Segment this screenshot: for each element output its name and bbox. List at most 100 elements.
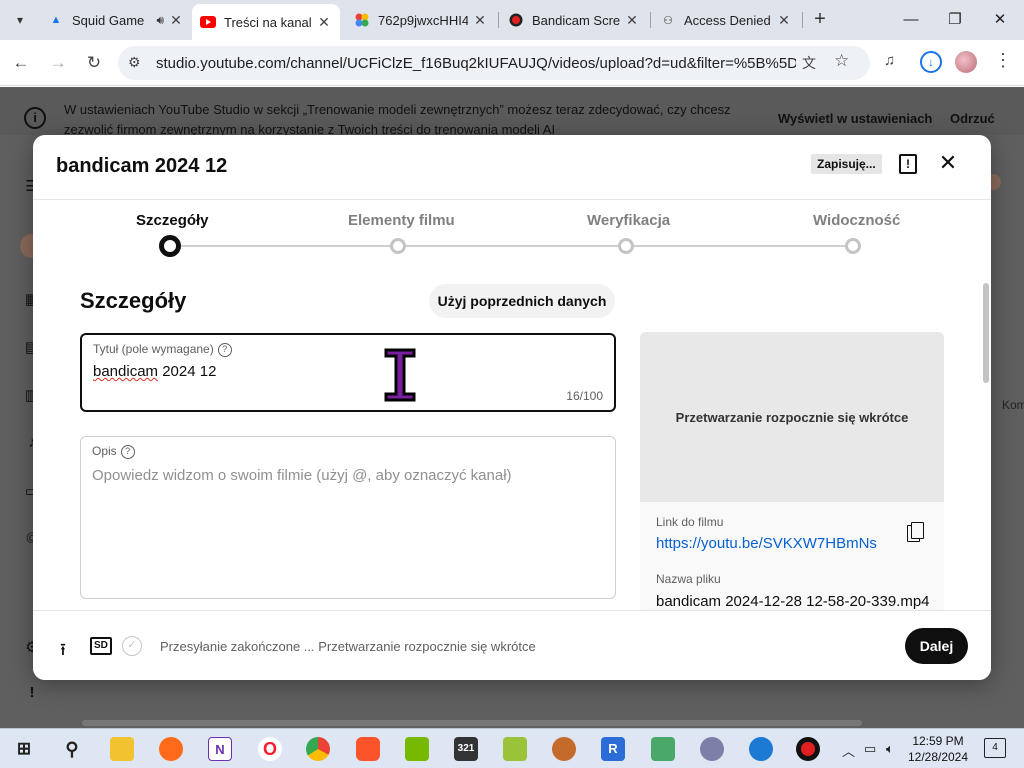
tab-separator	[650, 12, 651, 28]
tray-chevron-icon[interactable]: ︿	[842, 741, 855, 760]
step-video-elements[interactable]: Elementy filmu	[348, 212, 455, 229]
report-issue-icon[interactable]: !	[899, 154, 917, 174]
horizontal-scrollbar[interactable]	[82, 720, 862, 726]
saving-indicator: Zapisuję...	[811, 154, 882, 174]
copy-icon[interactable]	[907, 522, 925, 544]
minimize-button[interactable]: —	[896, 8, 926, 32]
step-checks[interactable]: Weryfikacja	[587, 212, 670, 229]
feedback-icon[interactable]: !	[22, 684, 42, 704]
tab-title: Bandicam Scre	[532, 12, 620, 28]
speaker-icon[interactable]: 🔊︎	[156, 13, 164, 28]
dialog-scrollbar[interactable]	[983, 283, 989, 383]
browser-toolbar: ← → ↻ ⚙ studio.youtube.com/channel/UCFiC…	[0, 40, 1024, 86]
description-field[interactable]: Opis? Opowiedz widzom o swoim filmie (uż…	[80, 436, 616, 599]
help-icon[interactable]: ?	[217, 342, 232, 357]
close-tab-icon[interactable]: ✕	[624, 12, 640, 29]
description-placeholder[interactable]: Opowiedz widzom o swoim filmie (użyj @, …	[92, 467, 512, 484]
bandicam-record-icon[interactable]	[796, 737, 820, 761]
opera-icon[interactable]: O	[258, 737, 282, 761]
tool-icon[interactable]: R	[601, 737, 625, 761]
reuse-details-button[interactable]: Użyj poprzednich danych	[429, 284, 615, 318]
site-settings-icon[interactable]: ⚙	[128, 54, 141, 71]
step-checks-dot[interactable]	[618, 238, 634, 254]
video-link[interactable]: https://youtu.be/SVKXW7HBmNs	[656, 535, 877, 552]
firefox-icon[interactable]	[159, 737, 183, 761]
reload-icon[interactable]: ↻	[81, 50, 107, 76]
sd-badge-icon: SD	[90, 637, 112, 655]
back-arrow-icon[interactable]: ←	[8, 50, 34, 76]
tab-title: Treści na kanale	[224, 14, 312, 30]
volume-icon[interactable]: 🔈︎	[886, 741, 894, 757]
google-photos-favicon-icon	[354, 12, 370, 28]
tab-google-photos[interactable]: 762p9jwxcHHI4 ✕	[346, 4, 496, 36]
nvidia-icon[interactable]	[405, 737, 429, 761]
new-tab-button[interactable]: +	[808, 8, 832, 32]
clapper-icon[interactable]: 321	[454, 737, 478, 761]
details-form[interactable]: Szczegóły Użyj poprzednich danych Tytuł …	[33, 275, 991, 610]
browser-icon[interactable]	[552, 737, 576, 761]
close-tab-icon[interactable]: ✕	[776, 12, 792, 29]
title-input[interactable]: bandicam 2024 12	[93, 363, 216, 380]
tab-search-chevron-icon[interactable]: ▾	[8, 8, 32, 32]
dismiss-button[interactable]: Odrzuć	[950, 111, 995, 126]
browser-menu-icon[interactable]: ⋮	[994, 50, 1012, 71]
system-clock[interactable]: 12:59 PM 12/28/2024	[902, 733, 974, 765]
access-denied-favicon-icon: ⚇	[663, 14, 673, 27]
tab-title: Access Denied	[684, 12, 771, 28]
close-tab-icon[interactable]: ✕	[316, 14, 332, 31]
tab-squid-game[interactable]: ▲ Squid Game 🔊︎ ✕	[40, 4, 192, 36]
filename-label: Nazwa pliku	[656, 572, 721, 586]
step-visibility[interactable]: Widoczność	[813, 212, 900, 229]
description-label: Opis?	[92, 444, 135, 459]
download-icon[interactable]: ↓	[920, 51, 942, 73]
upload-status: Przesyłanie zakończone ... Przetwarzanie…	[160, 639, 536, 654]
url-text[interactable]: studio.youtube.com/channel/UCFiClzE_f16B…	[156, 55, 796, 72]
app-icon[interactable]	[651, 737, 675, 761]
banner-text: W ustawieniach YouTube Studio w sekcji „…	[64, 102, 731, 137]
step-details-dot[interactable]	[159, 235, 181, 257]
video-preview: Przetwarzanie rozpocznie się wkrótce	[640, 332, 944, 502]
close-tab-icon[interactable]: ✕	[472, 12, 488, 29]
title-field[interactable]: Tytuł (pole wymagane)? bandicam 2024 12 …	[80, 333, 616, 412]
avatar-app-icon[interactable]	[700, 737, 724, 761]
upload-icon: ⭱	[60, 640, 66, 659]
restore-button[interactable]: ❐	[940, 8, 970, 32]
search-icon[interactable]: ⚲	[60, 737, 84, 761]
tab-bandicam[interactable]: Bandicam Scre ✕	[500, 4, 648, 36]
close-window-button[interactable]: ✕	[985, 8, 1015, 32]
network-icon[interactable]: ▭	[864, 741, 876, 757]
step-video-elements-dot[interactable]	[390, 238, 406, 254]
profile-avatar[interactable]	[955, 51, 977, 73]
chrome-icon[interactable]	[306, 737, 330, 761]
media-control-icon[interactable]: ♫	[884, 52, 895, 69]
dialog-divider	[33, 199, 991, 200]
tab-access-denied[interactable]: ⚇ Access Denied ✕	[652, 4, 800, 36]
windows-taskbar: ⊞ ⚲ N O 321 R ︿ ▭ 🔈︎ 12:59 PM 12/28/2024…	[0, 728, 1024, 768]
tab-separator	[498, 12, 499, 28]
bookmark-star-icon[interactable]: ☆	[834, 51, 849, 71]
help-icon[interactable]: ?	[120, 444, 135, 459]
bandicam-favicon-icon	[508, 12, 524, 28]
upload-details-dialog: bandicam 2024 12 Zapisuję... ! ✕ Szczegó…	[33, 135, 991, 680]
squid-game-favicon-icon: ▲	[50, 14, 62, 26]
file-explorer-icon[interactable]	[110, 737, 134, 761]
game-icon[interactable]	[503, 737, 527, 761]
tab-youtube-studio[interactable]: Treści na kanale ✕	[192, 4, 340, 40]
address-bar[interactable]: ⚙ studio.youtube.com/channel/UCFiClzE_f1…	[118, 46, 870, 80]
section-title: Szczegóły	[80, 288, 187, 313]
browser-tab-strip: ▾ ▲ Squid Game 🔊︎ ✕ Treści na kanale ✕ 7…	[0, 0, 1024, 40]
step-details[interactable]: Szczegóły	[136, 212, 209, 229]
close-tab-icon[interactable]: ✕	[168, 12, 184, 29]
next-button[interactable]: Dalej	[905, 628, 968, 664]
translate-icon[interactable]: ⽂	[802, 53, 816, 73]
onenote-icon[interactable]: N	[208, 737, 232, 761]
brave-icon[interactable]	[356, 737, 380, 761]
notifications-icon[interactable]: 4	[984, 738, 1006, 758]
step-visibility-dot[interactable]	[845, 238, 861, 254]
close-icon[interactable]: ✕	[936, 151, 960, 175]
start-icon[interactable]: ⊞	[12, 737, 36, 761]
view-settings-button[interactable]: Wyświetl w ustawieniach	[778, 111, 932, 126]
forward-arrow-icon[interactable]: →	[45, 50, 71, 76]
edge-icon[interactable]	[749, 737, 773, 761]
stepper-line	[181, 245, 853, 247]
